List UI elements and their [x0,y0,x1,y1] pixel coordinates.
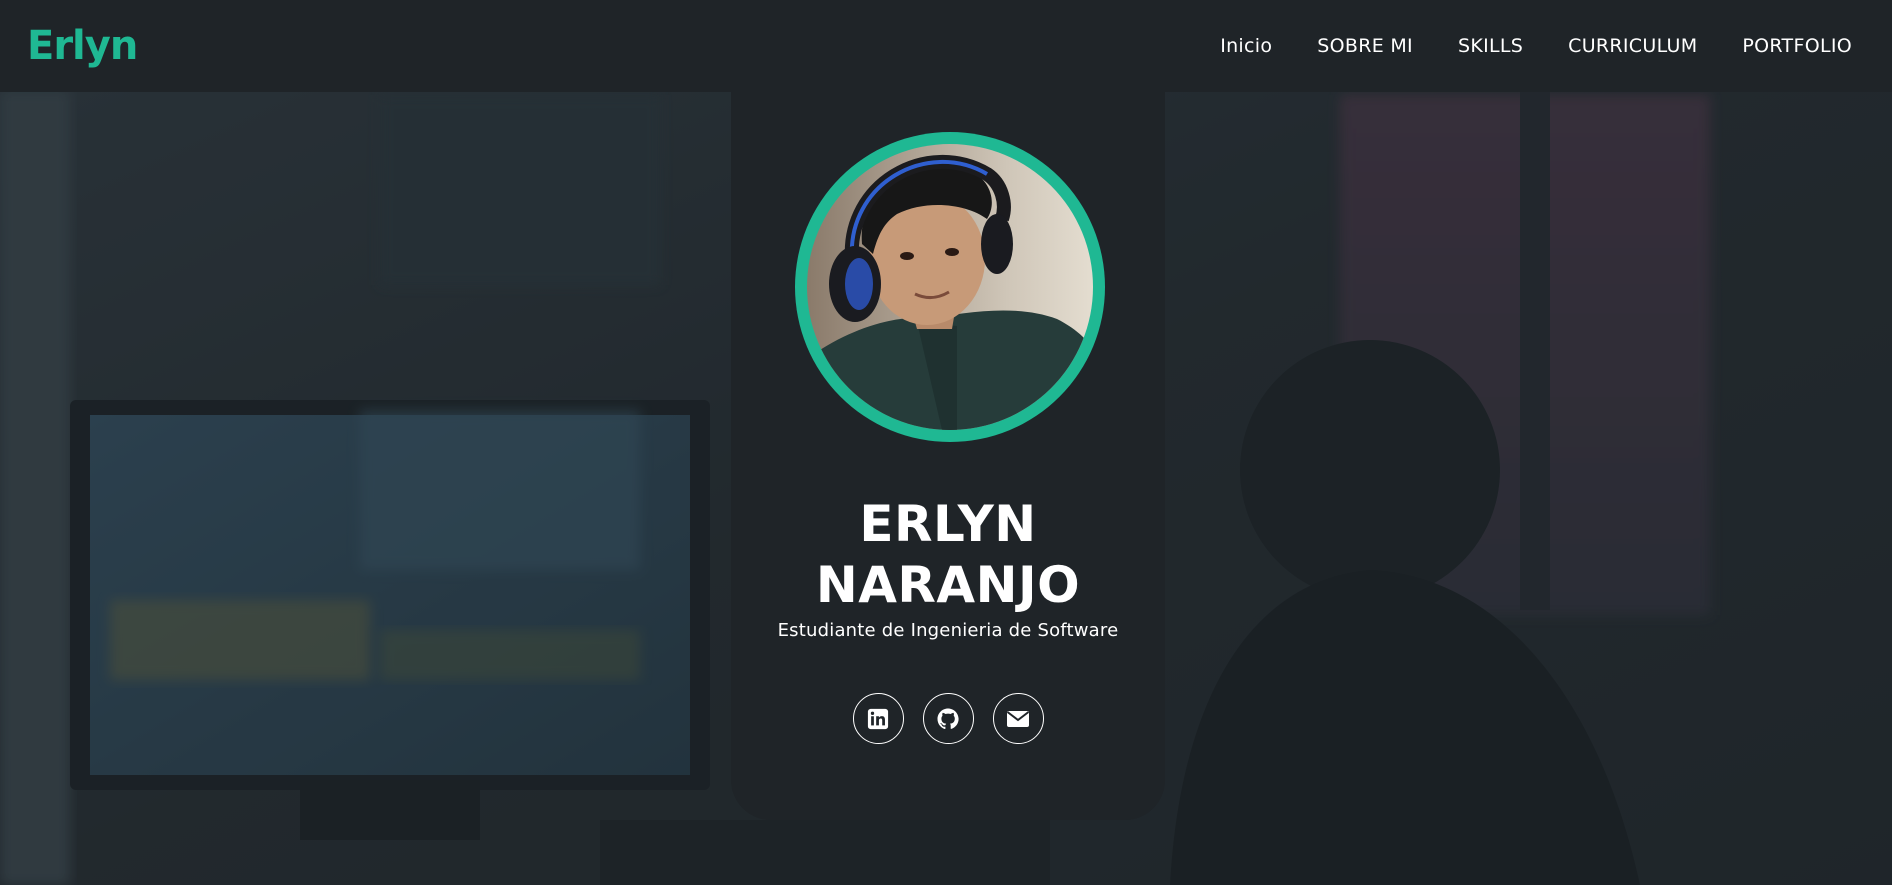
nav-link-portfolio[interactable]: PORTFOLIO [1742,35,1852,57]
linkedin-icon [867,708,889,729]
profile-first-name: ERLYN [859,495,1037,553]
nav-link-inicio[interactable]: Inicio [1220,35,1272,57]
nav-link-skills[interactable]: SKILLS [1458,35,1523,57]
email-icon [1006,710,1030,727]
nav-link-sobre-mi[interactable]: SOBRE MI [1317,35,1413,57]
nav-link-curriculum[interactable]: CURRICULUM [1568,35,1697,57]
site-logo[interactable]: Erlyn [27,23,138,69]
profile-name: ERLYN NARANJO [731,494,1165,616]
github-button[interactable] [922,693,974,744]
main-nav: Inicio SOBRE MI SKILLS CURRICULUM PORTFO… [1220,35,1852,57]
profile-card: ERLYN NARANJO Estudiante de Ingenieria d… [731,92,1165,820]
avatar [807,144,1093,430]
profile-last-name: NARANJO [815,556,1081,614]
profile-role: Estudiante de Ingenieria de Software [777,620,1119,641]
avatar-ring [795,132,1105,442]
page: Erlyn Inicio SOBRE MI SKILLS CURRICULUM … [0,0,1892,885]
github-icon [937,708,959,729]
linkedin-button[interactable] [852,693,904,744]
profile-photo [807,144,1093,430]
top-navbar: Erlyn Inicio SOBRE MI SKILLS CURRICULUM … [0,0,1892,92]
logo-text[interactable]: Erlyn [27,23,138,69]
social-links [731,693,1165,744]
email-button[interactable] [992,693,1044,744]
